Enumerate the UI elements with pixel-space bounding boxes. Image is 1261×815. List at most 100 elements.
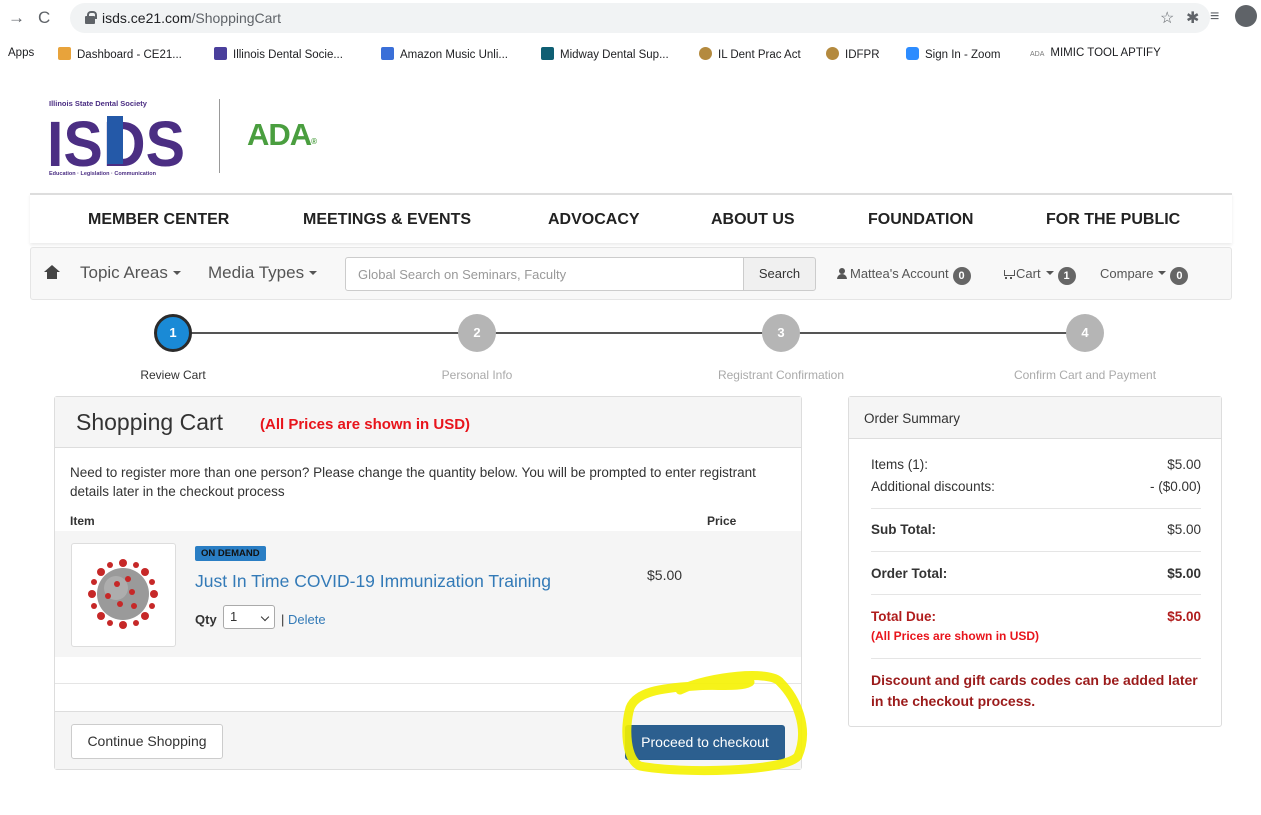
ada-logo[interactable]: ADA®	[247, 117, 317, 153]
step-1-label: Review Cart	[140, 368, 206, 382]
column-header-item: Item	[70, 514, 95, 528]
extensions-icon[interactable]: ✱	[1186, 8, 1199, 28]
browser-address-bar: → C isds.ce21.com/ShoppingCart ☆ ✱ ≡	[0, 0, 1261, 38]
nav-meetings-events[interactable]: MEETINGS & EVENTS	[303, 211, 471, 229]
qty-select[interactable]: 1	[223, 605, 275, 629]
bookmark-item[interactable]: Amazon Music Unli...	[381, 47, 508, 61]
site-toolbar: Topic Areas Media Types Search Mattea's …	[30, 247, 1232, 300]
bookmark-item[interactable]: ADA MIMIC TOOL APTIFY	[1030, 47, 1161, 59]
reload-icon[interactable]: C	[38, 8, 50, 28]
cart-item-row: ON DEMAND Just In Time COVID-19 Immuniza…	[55, 531, 801, 657]
summary-discounts-row: Additional discounts: - ($0.00)	[871, 479, 1201, 494]
qty-separator: |	[281, 612, 285, 627]
compare-count-badge: 0	[1170, 267, 1189, 285]
step-4-circle: 4	[1066, 314, 1104, 352]
nav-foundation[interactable]: FOUNDATION	[868, 211, 973, 229]
cart-header: Shopping Cart (All Prices are shown in U…	[55, 397, 801, 448]
search-button[interactable]: Search	[743, 257, 816, 291]
summary-divider	[871, 594, 1201, 595]
bookmark-item[interactable]: Midway Dental Sup...	[541, 47, 669, 61]
continue-shopping-button[interactable]: Continue Shopping	[71, 724, 223, 759]
step-3-label: Registrant Confirmation	[717, 368, 845, 382]
cart-menu[interactable]: Cart 1	[1002, 266, 1076, 285]
bookmark-apps[interactable]: Apps	[8, 47, 34, 59]
media-types-dropdown[interactable]: Media Types	[208, 263, 318, 283]
nav-member-center[interactable]: MEMBER CENTER	[88, 211, 229, 229]
step-2-circle: 2	[458, 314, 496, 352]
nav-advocacy[interactable]: ADVOCACY	[548, 211, 640, 229]
checkout-progress-line	[175, 332, 1086, 334]
summary-order-total-row: Order Total: $5.00	[871, 566, 1201, 581]
summary-total-due-row: Total Due: $5.00	[871, 609, 1201, 624]
step-4-label: Confirm Cart and Payment	[1013, 368, 1157, 382]
cart-icon	[1002, 269, 1015, 279]
proceed-to-checkout-button[interactable]: Proceed to checkout	[625, 725, 785, 760]
delete-item-link[interactable]: Delete	[288, 612, 326, 627]
caret-down-icon	[309, 271, 318, 275]
profile-avatar[interactable]	[1235, 5, 1257, 27]
step-1-circle: 1	[154, 314, 192, 352]
bookmark-favicon	[699, 47, 712, 60]
bookmark-item[interactable]: IL Dent Prac Act	[699, 47, 801, 61]
bookmarks-bar: Apps Dashboard - CE21... Illinois Dental…	[0, 38, 1261, 70]
summary-divider	[871, 508, 1201, 509]
cart-message: Need to register more than one person? P…	[70, 465, 756, 499]
isds-logo-bottom-text: Education · Legislation · Communication	[49, 171, 157, 177]
shopping-cart-panel: Shopping Cart (All Prices are shown in U…	[54, 396, 802, 770]
caret-down-icon	[1045, 271, 1054, 275]
on-demand-badge: ON DEMAND	[195, 546, 266, 561]
bookmark-item[interactable]: Dashboard - CE21...	[58, 47, 182, 61]
user-icon	[837, 268, 847, 279]
isds-logo[interactable]: Illinois State Dental Society ISDS Educa…	[47, 98, 187, 180]
bookmark-favicon	[214, 47, 227, 60]
bookmark-item[interactable]: Illinois Dental Socie...	[214, 47, 343, 61]
summary-subtotal-row: Sub Total: $5.00	[871, 522, 1201, 537]
compare-menu[interactable]: Compare 0	[1100, 266, 1189, 285]
cart-divider	[55, 683, 801, 684]
topic-areas-dropdown[interactable]: Topic Areas	[80, 263, 181, 283]
star-icon[interactable]: ☆	[1160, 8, 1174, 28]
bookmark-favicon	[381, 47, 394, 60]
column-header-price: Price	[707, 514, 737, 528]
item-price: $5.00	[647, 567, 683, 583]
summary-items-row: Items (1): $5.00	[871, 457, 1201, 472]
summary-currency-note: (All Prices are shown in USD)	[871, 629, 1040, 643]
bookmark-item[interactable]: Sign In - Zoom	[906, 47, 1000, 61]
cart-currency-note: (All Prices are shown in USD)	[260, 416, 471, 433]
ada-mini-favicon: ADA	[1030, 51, 1045, 58]
item-thumbnail[interactable]	[71, 543, 176, 647]
summary-divider	[871, 658, 1201, 659]
bookmark-favicon	[826, 47, 839, 60]
account-menu[interactable]: Mattea's Account 0	[837, 266, 971, 285]
bookmark-item[interactable]: IDFPR	[826, 47, 880, 61]
illinois-shape-icon	[107, 116, 123, 164]
order-summary-panel: Order Summary Items (1): $5.00 Additional…	[848, 396, 1222, 727]
summary-divider	[871, 551, 1201, 552]
discount-codes-note: Discount and gift cards codes can be add…	[871, 672, 1198, 709]
step-2-label: Personal Info	[441, 368, 513, 382]
zoom-favicon	[906, 47, 919, 60]
logo-divider	[219, 99, 220, 173]
cart-footer: Continue Shopping Proceed to checkout	[55, 711, 801, 769]
caret-down-icon	[172, 271, 181, 275]
cart-title: Shopping Cart	[76, 409, 224, 435]
reading-list-icon[interactable]: ≡	[1210, 8, 1219, 26]
order-summary-title: Order Summary	[864, 411, 961, 426]
nav-for-the-public[interactable]: FOR THE PUBLIC	[1046, 211, 1180, 229]
lock-icon	[85, 11, 97, 24]
home-icon[interactable]	[44, 265, 60, 279]
order-summary-header: Order Summary	[849, 397, 1221, 439]
bookmark-favicon	[58, 47, 71, 60]
caret-down-icon	[1158, 271, 1167, 275]
cart-count-badge: 1	[1057, 267, 1076, 285]
item-title-link[interactable]: Just In Time COVID-19 Immunization Train…	[195, 571, 551, 592]
forward-arrow-icon[interactable]: →	[8, 8, 25, 28]
chevron-down-icon	[260, 612, 270, 622]
bookmark-favicon	[541, 47, 554, 60]
url-field[interactable]: isds.ce21.com/ShoppingCart	[70, 3, 1210, 33]
qty-label: Qty	[195, 612, 217, 627]
global-search-input[interactable]	[345, 257, 744, 291]
nav-about-us[interactable]: ABOUT US	[711, 211, 795, 229]
url-text: isds.ce21.com/ShoppingCart	[102, 10, 281, 26]
coronavirus-image	[88, 559, 158, 629]
